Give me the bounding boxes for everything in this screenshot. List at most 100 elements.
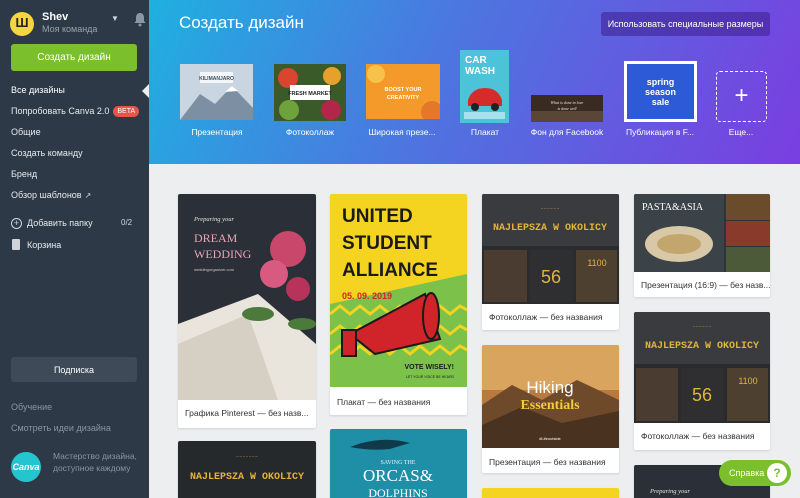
collage-thumbnail: ~ ~ ~ ~ ~ ~ ~ NAJLEPSZA W OKOLICY [178, 441, 316, 498]
bell-icon[interactable] [133, 12, 147, 27]
svg-text:CAR: CAR [465, 55, 487, 66]
plus-circle-icon: + [11, 218, 22, 229]
collage-text-1: NAJLEPSZA W OKOLICY [645, 341, 759, 352]
sidebar-nav: Все дизайны Попробовать Canva 2.0 BETA Об… [0, 80, 150, 206]
svg-text:sale: sale [652, 97, 670, 107]
pinterest-text-1: Preparing your [193, 216, 234, 223]
add-folder-row[interactable]: + Добавить папку 0/2 [0, 215, 149, 233]
svg-text:WASH: WASH [465, 66, 495, 77]
card-label: Графика Pinterest — без назв... [185, 408, 309, 418]
collage-text-1: NAJLEPSZA W OKOLICY [493, 223, 607, 234]
sidebar-item-create-team[interactable]: Создать команду [0, 143, 149, 164]
learn-link[interactable]: Обучение [11, 402, 52, 412]
collage-thumbnail: ~ ~ ~ ~ ~ ~ NAJLEPSZA W OKOLICY 56 1100 [482, 194, 619, 304]
orcas-thumbnail: SAVING THE ORCAS& DOLPHINS [330, 429, 467, 498]
design-card-collage-1[interactable]: ~ ~ ~ ~ ~ ~ NAJLEPSZA W OKOLICY 56 1100 … [482, 194, 619, 330]
sidebar-item-label: Все дизайны [11, 85, 65, 95]
hiking-text-3: #Lifeoutside [539, 436, 561, 441]
presentation-thumbnail: KILIMANJARO [180, 64, 253, 120]
sidebar-item-label: Общие [11, 127, 41, 137]
sidebar-item-label: Попробовать Canva 2.0 [11, 106, 110, 116]
poster-thumbnail: CAR WASH [460, 50, 509, 123]
trash-label: Корзина [27, 240, 62, 250]
more-templates-button[interactable]: + [716, 71, 767, 122]
create-design-button[interactable]: Создать дизайн [11, 44, 137, 71]
sidebar-item-shared[interactable]: Общие [0, 122, 149, 143]
template-label: Широкая презе... [368, 127, 436, 137]
card-label: Презентация (16:9) — без назв... [641, 280, 770, 290]
sidebar-item-all-designs[interactable]: Все дизайны [0, 80, 150, 101]
help-label: Справка [729, 468, 765, 478]
design-card-hiking[interactable]: Hiking Essentials #Lifeoutside Презентац… [482, 345, 619, 473]
trash-icon [12, 239, 20, 250]
canva-promo[interactable]: Canva Мастерство дизайна, доступное кажд… [11, 450, 143, 490]
svg-text:is done well: is done well [557, 106, 577, 111]
promo-text: Мастерство дизайна, доступное каждому [53, 451, 137, 473]
card-label: Презентация — без названия [489, 457, 606, 467]
design-card-pasta[interactable]: PASTA&ASIA Презентация (16:9) — без назв… [634, 194, 770, 297]
wide-presentation-thumbnail: BOOST YOUR CREATIVITY [366, 64, 440, 119]
question-icon: ? [767, 463, 787, 483]
design-card-partial[interactable] [482, 488, 619, 498]
card-label: Фотоколлаж — без названия [489, 312, 603, 322]
collage-text-2: 56 [692, 385, 712, 405]
template-label: Презентация [191, 127, 243, 137]
design-ideas-link[interactable]: Смотреть идеи дизайна [11, 423, 111, 433]
design-card-collage-3[interactable]: ~ ~ ~ ~ ~ ~ NAJLEPSZA W OKOLICY 56 1100 … [634, 312, 770, 450]
card-label: Плакат — без названия [337, 397, 431, 407]
poster-text-5: VOTE WISELY! [404, 364, 454, 371]
folder-count: 0/2 [121, 218, 133, 227]
svg-text:spring: spring [647, 77, 675, 87]
sidebar-item-canva2[interactable]: Попробовать Canva 2.0 BETA [0, 101, 149, 122]
subscription-button[interactable]: Подписка [11, 357, 137, 382]
partial-thumbnail [482, 488, 619, 498]
team-switcher[interactable]: Shev Моя команда ▼ [10, 10, 146, 36]
team-name: Shev [42, 11, 69, 23]
chevron-down-icon[interactable]: ▼ [111, 14, 119, 23]
team-avatar [10, 12, 34, 36]
hiking-text-2: Essentials [520, 398, 580, 413]
design-card-poster[interactable]: UNITED STUDENT ALLIANCE 05. 09. 2019 VOT… [330, 194, 467, 415]
facebook-post-thumbnail: spring season sale [624, 61, 697, 122]
canva-logo: Canva [11, 452, 41, 482]
presentation-thumb-text: KILIMANJARO [199, 76, 234, 82]
collage-text-2: 56 [541, 267, 561, 287]
sidebar-item-label: Обзор шаблонов [11, 190, 82, 200]
template-label: Фотоколлаж [285, 127, 335, 137]
template-label: Плакат [470, 127, 500, 137]
sidebar-item-label: Создать команду [11, 148, 83, 158]
svg-text:What is done in love: What is done in love [551, 100, 584, 105]
custom-size-button[interactable]: Использовать специальные размеры [601, 12, 770, 36]
sidebar: Shev Моя команда ▼ Создать дизайн Все ди… [0, 0, 150, 498]
svg-text:~ ~ ~ ~ ~ ~: ~ ~ ~ ~ ~ ~ [541, 206, 560, 211]
poster-text-2: STUDENT [342, 233, 432, 254]
collage-thumb-text: FRESH MARKET [288, 91, 332, 97]
design-card-collage-2[interactable]: ~ ~ ~ ~ ~ ~ ~ NAJLEPSZA W OKOLICY [178, 441, 316, 498]
pinterest-text-3: WEDDING [194, 247, 252, 261]
collage-thumbnail: ~ ~ ~ ~ ~ ~ NAJLEPSZA W OKOLICY 56 1100 [634, 312, 770, 423]
design-card-orcas[interactable]: SAVING THE ORCAS& DOLPHINS [330, 429, 467, 498]
design-card-pinterest[interactable]: Preparing your DREAM WEDDING weddingorga… [178, 194, 316, 428]
sidebar-item-browse-templates[interactable]: Обзор шаблонов ↗ [0, 185, 149, 206]
create-design-header: Создать дизайн Использовать специальные … [149, 0, 800, 164]
svg-text:~ ~ ~ ~ ~ ~ ~: ~ ~ ~ ~ ~ ~ ~ [236, 454, 258, 459]
wedding-text-1: Preparing your [649, 488, 690, 495]
poster-text-6: LET YOUR VOICE BE HEARD [406, 375, 455, 379]
pinterest-text-2: DREAM [194, 231, 238, 245]
poster-text-3: ALLIANCE [342, 260, 438, 281]
more-templates-label: Еще... [728, 127, 754, 137]
template-label: Публикация в F... [625, 127, 695, 137]
team-subtitle: Моя команда [42, 24, 98, 34]
hiking-text-1: Hiking [526, 378, 573, 397]
sidebar-item-label: Бренд [11, 169, 38, 179]
sidebar-item-trash[interactable]: Корзина [0, 236, 149, 254]
svg-text:CREATIVITY: CREATIVITY [387, 95, 420, 101]
poster-thumbnail-large: UNITED STUDENT ALLIANCE 05. 09. 2019 VOT… [330, 194, 467, 387]
pinterest-thumbnail: Preparing your DREAM WEDDING weddingorga… [178, 194, 316, 400]
help-button[interactable]: Справка ? [719, 460, 791, 486]
photo-collage-thumbnail: FRESH MARKET [274, 64, 346, 121]
sidebar-item-brand[interactable]: Бренд [0, 164, 149, 185]
add-folder-label: Добавить папку [27, 218, 93, 228]
card-label: Фотоколлаж — без названия [641, 431, 755, 441]
hiking-thumbnail: Hiking Essentials #Lifeoutside [482, 345, 619, 448]
